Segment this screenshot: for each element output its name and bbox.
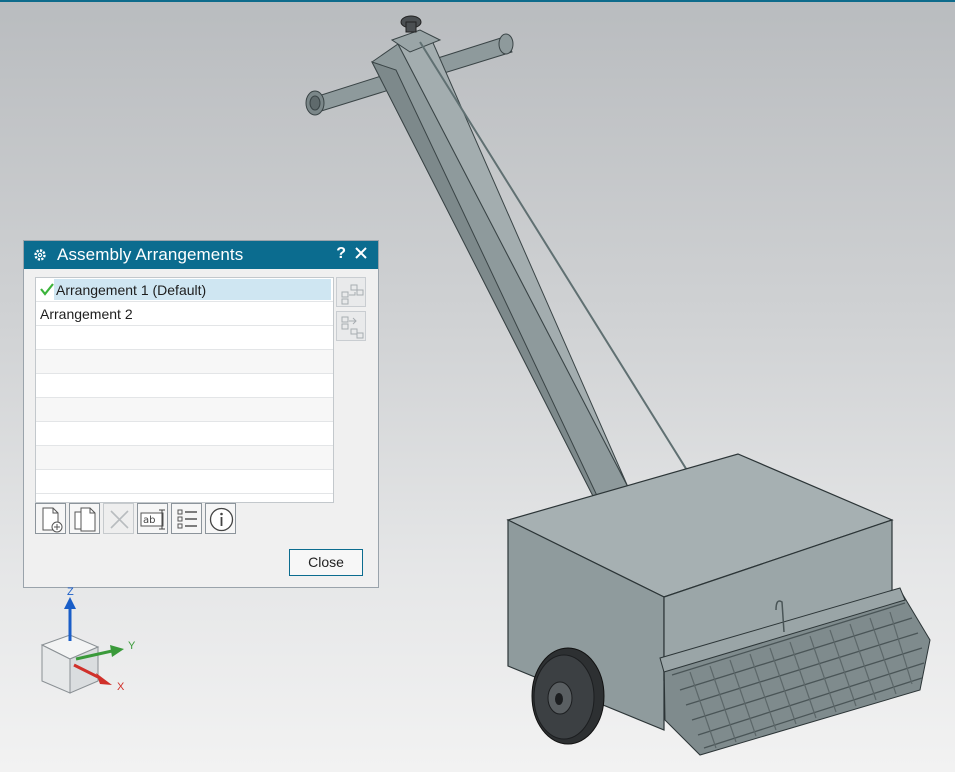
y-axis-label: Y	[128, 640, 136, 652]
arrangement-label: Arrangement 1 (Default)	[56, 282, 207, 298]
new-document-icon	[42, 507, 63, 533]
view-triad[interactable]: Z Y X	[30, 585, 150, 700]
checkmark-icon	[40, 283, 54, 296]
assembly-arrangements-dialog: Assembly Arrangements ? Arrangement 1 (D…	[23, 240, 379, 588]
help-button[interactable]: ?	[336, 245, 346, 263]
empty-row	[36, 422, 333, 446]
properties-button[interactable]	[171, 503, 202, 534]
copy-arrangement-button[interactable]	[69, 503, 100, 534]
control-cable	[419, 41, 733, 543]
empty-row	[36, 446, 333, 470]
list-item[interactable]: Arrangement 1 (Default)	[36, 278, 333, 302]
move-down-icon	[341, 316, 364, 339]
wheel	[531, 647, 605, 745]
empty-row	[36, 470, 333, 494]
empty-row	[36, 350, 333, 374]
move-up-button[interactable]	[336, 277, 366, 307]
list-item[interactable]: Arrangement 2	[36, 302, 333, 326]
empty-row	[36, 398, 333, 422]
arrangement-label: Arrangement 2	[40, 306, 133, 322]
new-arrangement-button[interactable]	[35, 503, 66, 534]
rename-arrangement-button[interactable]: ab	[137, 503, 168, 534]
handle-post	[371, 15, 629, 503]
cart-model[interactable]	[305, 15, 931, 756]
dialog-title: Assembly Arrangements	[57, 245, 244, 264]
move-down-button[interactable]	[336, 311, 366, 341]
move-up-icon	[341, 284, 364, 305]
empty-row	[36, 326, 333, 350]
delete-icon	[110, 510, 129, 529]
delete-arrangement-button[interactable]	[103, 503, 134, 534]
rename-icon: ab	[140, 509, 165, 530]
svg-text:ab: ab	[143, 515, 155, 526]
x-axis-label: X	[117, 681, 125, 693]
information-button[interactable]	[205, 503, 236, 534]
gear-icon	[34, 249, 46, 261]
close-icon[interactable]	[354, 246, 368, 260]
list-properties-icon	[177, 509, 197, 529]
close-button[interactable]: Close	[289, 549, 363, 576]
info-icon	[209, 507, 234, 532]
copy-icon	[74, 507, 96, 532]
empty-row	[36, 374, 333, 398]
arrangement-list[interactable]: Arrangement 1 (Default) Arrangement 2	[35, 277, 334, 503]
z-axis-label: Z	[67, 586, 74, 598]
dialog-titlebar[interactable]: Assembly Arrangements ?	[24, 241, 378, 269]
